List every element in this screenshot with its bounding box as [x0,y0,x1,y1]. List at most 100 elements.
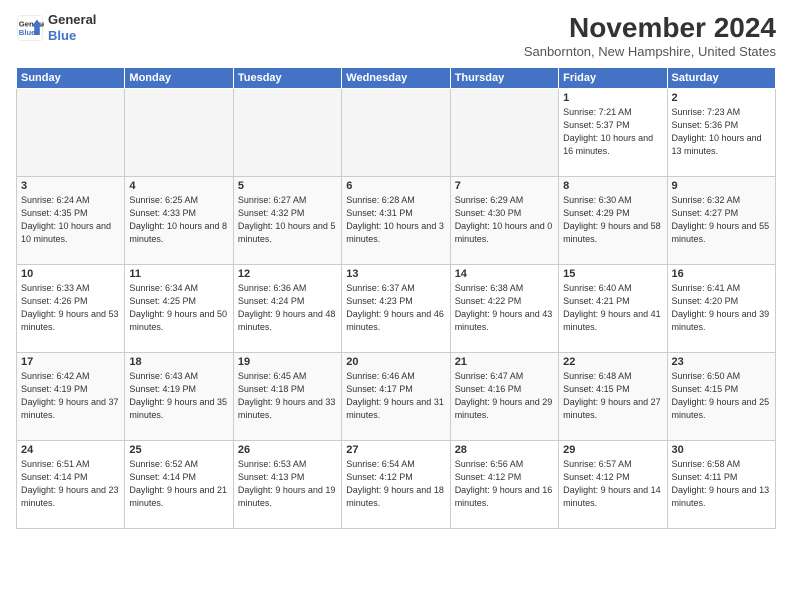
calendar-cell [17,89,125,177]
calendar-header-tuesday: Tuesday [233,68,341,89]
calendar-cell: 9Sunrise: 6:32 AM Sunset: 4:27 PM Daylig… [667,177,775,265]
day-number: 30 [672,444,771,456]
calendar-cell: 4 Sunrise: 6:25 AM Sunset: 4:33 PM Daylig… [125,177,233,265]
calendar-cell: 22 Sunrise: 6:48 AM Sunset: 4:15 PM Dayli… [559,353,667,441]
day-number: 21 [455,356,554,368]
day-number: 24 [21,444,120,456]
calendar-cell: 7 Sunrise: 6:29 AM Sunset: 4:30 PM Daylig… [450,177,558,265]
day-info: Sunrise: 6:47 AM Sunset: 4:16 PM Dayligh… [455,370,554,422]
calendar-week-4: 24 Sunrise: 6:51 AM Sunset: 4:14 PM Dayli… [17,441,776,529]
calendar-header-wednesday: Wednesday [342,68,450,89]
calendar-cell: 17 Sunrise: 6:42 AM Sunset: 4:19 PM Dayli… [17,353,125,441]
calendar-cell: 18 Sunrise: 6:43 AM Sunset: 4:19 PM Dayli… [125,353,233,441]
calendar-cell: 24 Sunrise: 6:51 AM Sunset: 4:14 PM Dayli… [17,441,125,529]
day-info: Sunrise: 6:29 AM Sunset: 4:30 PM Dayligh… [455,194,554,246]
calendar-cell [342,89,450,177]
day-info: Sunrise: 7:23 AM Sunset: 5:36 PM Dayligh… [672,106,771,158]
day-number: 16 [672,268,771,280]
day-number: 28 [455,444,554,456]
day-info: Sunrise: 6:27 AM Sunset: 4:32 PM Dayligh… [238,194,337,246]
day-info: Sunrise: 6:48 AM Sunset: 4:15 PM Dayligh… [563,370,662,422]
day-number: 7 [455,180,554,192]
calendar-cell: 19Sunrise: 6:45 AM Sunset: 4:18 PM Dayli… [233,353,341,441]
day-number: 6 [346,180,445,192]
day-info: Sunrise: 6:24 AM Sunset: 4:35 PM Dayligh… [21,194,120,246]
logo-icon: General Blue [16,14,44,42]
logo-text-blue: Blue [48,28,96,44]
calendar-cell: 20Sunrise: 6:46 AM Sunset: 4:17 PM Dayli… [342,353,450,441]
calendar-cell: 21 Sunrise: 6:47 AM Sunset: 4:16 PM Dayli… [450,353,558,441]
calendar: SundayMondayTuesdayWednesdayThursdayFrid… [16,67,776,529]
calendar-cell: 1Sunrise: 7:21 AM Sunset: 5:37 PM Daylig… [559,89,667,177]
day-info: Sunrise: 6:56 AM Sunset: 4:12 PM Dayligh… [455,458,554,510]
calendar-cell: 5 Sunrise: 6:27 AM Sunset: 4:32 PM Daylig… [233,177,341,265]
day-info: Sunrise: 6:42 AM Sunset: 4:19 PM Dayligh… [21,370,120,422]
calendar-cell: 6 Sunrise: 6:28 AM Sunset: 4:31 PM Daylig… [342,177,450,265]
day-number: 18 [129,356,228,368]
calendar-cell: 12 Sunrise: 6:36 AM Sunset: 4:24 PM Dayli… [233,265,341,353]
day-info: Sunrise: 6:57 AM Sunset: 4:12 PM Dayligh… [563,458,662,510]
calendar-week-3: 17 Sunrise: 6:42 AM Sunset: 4:19 PM Dayli… [17,353,776,441]
calendar-cell: 10Sunrise: 6:33 AM Sunset: 4:26 PM Dayli… [17,265,125,353]
day-number: 17 [21,356,120,368]
calendar-cell: 14 Sunrise: 6:38 AM Sunset: 4:22 PM Dayli… [450,265,558,353]
day-number: 4 [129,180,228,192]
day-info: Sunrise: 6:52 AM Sunset: 4:14 PM Dayligh… [129,458,228,510]
day-info: Sunrise: 6:45 AM Sunset: 4:18 PM Dayligh… [238,370,337,422]
day-number: 2 [672,92,771,104]
day-number: 15 [563,268,662,280]
calendar-cell [125,89,233,177]
day-number: 23 [672,356,771,368]
day-info: Sunrise: 6:53 AM Sunset: 4:13 PM Dayligh… [238,458,337,510]
day-info: Sunrise: 6:41 AM Sunset: 4:20 PM Dayligh… [672,282,771,334]
day-number: 5 [238,180,337,192]
calendar-cell: 16 Sunrise: 6:41 AM Sunset: 4:20 PM Dayli… [667,265,775,353]
day-number: 22 [563,356,662,368]
calendar-header-row: SundayMondayTuesdayWednesdayThursdayFrid… [17,68,776,89]
calendar-cell [450,89,558,177]
calendar-week-0: 1Sunrise: 7:21 AM Sunset: 5:37 PM Daylig… [17,89,776,177]
day-number: 27 [346,444,445,456]
day-info: Sunrise: 6:40 AM Sunset: 4:21 PM Dayligh… [563,282,662,334]
month-title: November 2024 [524,12,776,44]
calendar-cell: 28 Sunrise: 6:56 AM Sunset: 4:12 PM Dayli… [450,441,558,529]
calendar-cell: 30 Sunrise: 6:58 AM Sunset: 4:11 PM Dayli… [667,441,775,529]
day-info: Sunrise: 6:36 AM Sunset: 4:24 PM Dayligh… [238,282,337,334]
calendar-header-monday: Monday [125,68,233,89]
calendar-cell: 26 Sunrise: 6:53 AM Sunset: 4:13 PM Dayli… [233,441,341,529]
day-number: 14 [455,268,554,280]
day-number: 8 [563,180,662,192]
day-info: Sunrise: 6:38 AM Sunset: 4:22 PM Dayligh… [455,282,554,334]
calendar-header-friday: Friday [559,68,667,89]
day-number: 12 [238,268,337,280]
logo: General Blue General Blue [16,12,96,43]
calendar-cell: 2 Sunrise: 7:23 AM Sunset: 5:36 PM Daylig… [667,89,775,177]
day-info: Sunrise: 7:21 AM Sunset: 5:37 PM Dayligh… [563,106,662,158]
day-info: Sunrise: 6:25 AM Sunset: 4:33 PM Dayligh… [129,194,228,246]
logo-text-general: General [48,12,96,28]
day-number: 13 [346,268,445,280]
day-number: 10 [21,268,120,280]
calendar-cell: 11Sunrise: 6:34 AM Sunset: 4:25 PM Dayli… [125,265,233,353]
day-info: Sunrise: 6:58 AM Sunset: 4:11 PM Dayligh… [672,458,771,510]
title-area: November 2024 Sanbornton, New Hampshire,… [524,12,776,59]
svg-text:Blue: Blue [19,28,36,37]
day-number: 25 [129,444,228,456]
day-info: Sunrise: 6:37 AM Sunset: 4:23 PM Dayligh… [346,282,445,334]
calendar-cell: 13 Sunrise: 6:37 AM Sunset: 4:23 PM Dayli… [342,265,450,353]
day-info: Sunrise: 6:28 AM Sunset: 4:31 PM Dayligh… [346,194,445,246]
calendar-cell: 23 Sunrise: 6:50 AM Sunset: 4:15 PM Dayli… [667,353,775,441]
day-number: 20 [346,356,445,368]
day-info: Sunrise: 6:54 AM Sunset: 4:12 PM Dayligh… [346,458,445,510]
day-info: Sunrise: 6:51 AM Sunset: 4:14 PM Dayligh… [21,458,120,510]
day-info: Sunrise: 6:30 AM Sunset: 4:29 PM Dayligh… [563,194,662,246]
calendar-week-1: 3Sunrise: 6:24 AM Sunset: 4:35 PM Daylig… [17,177,776,265]
day-number: 26 [238,444,337,456]
day-info: Sunrise: 6:50 AM Sunset: 4:15 PM Dayligh… [672,370,771,422]
location: Sanbornton, New Hampshire, United States [524,44,776,59]
day-info: Sunrise: 6:43 AM Sunset: 4:19 PM Dayligh… [129,370,228,422]
calendar-cell: 25 Sunrise: 6:52 AM Sunset: 4:14 PM Dayli… [125,441,233,529]
day-number: 9 [672,180,771,192]
calendar-cell [233,89,341,177]
calendar-cell: 27 Sunrise: 6:54 AM Sunset: 4:12 PM Dayli… [342,441,450,529]
